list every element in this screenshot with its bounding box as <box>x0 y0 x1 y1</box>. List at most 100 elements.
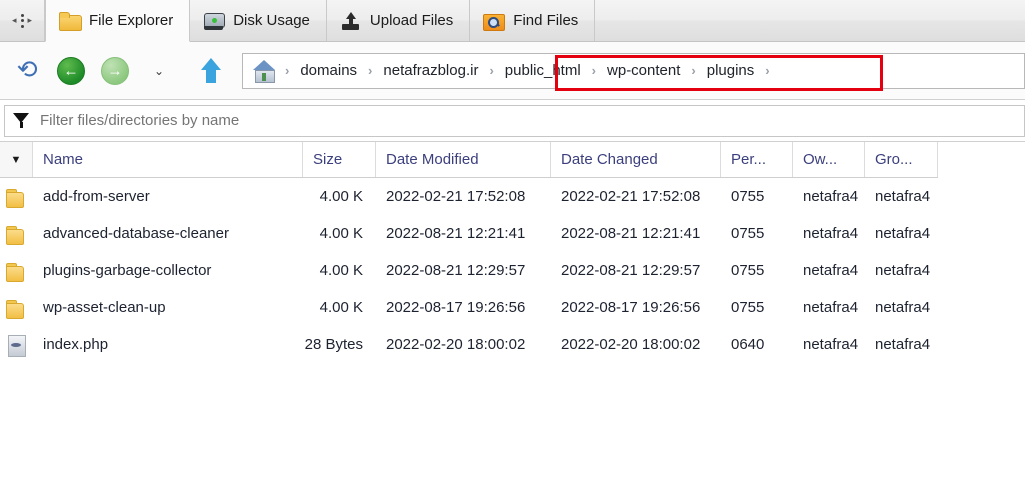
column-header-date-modified[interactable]: Date Modified <box>376 142 551 177</box>
tab-file-explorer[interactable]: File Explorer <box>45 0 191 42</box>
cell-date-changed: 2022-08-21 12:21:41 <box>561 225 701 242</box>
tab-disk-usage[interactable]: Disk Usage <box>190 0 327 41</box>
row-icon-cell <box>0 299 33 319</box>
table-row[interactable]: add-from-server 4.00 K 2022-02-21 17:52:08… <box>0 178 1025 215</box>
table-row[interactable]: advanced-database-cleaner 4.00 K 2022-08-2… <box>0 215 1025 252</box>
forward-arrow-icon: → <box>101 56 129 85</box>
cell-size: 28 Bytes <box>304 336 363 353</box>
cell-date-changed: 2022-02-20 18:00:02 <box>561 336 701 353</box>
cell-date-changed: 2022-02-21 17:52:08 <box>561 188 701 205</box>
forward-button[interactable]: → <box>98 54 132 88</box>
cell-size: 4.00 K <box>319 188 363 205</box>
breadcrumb-separator: › <box>489 63 494 78</box>
tab-find-files[interactable]: Find Files <box>470 0 596 41</box>
breadcrumb-separator: › <box>285 63 290 78</box>
table-row[interactable]: plugins-garbage-collector 4.00 K 2022-08-2… <box>0 252 1025 289</box>
column-header-owner[interactable]: Ow... <box>793 142 865 177</box>
tab-scroll-left-icon[interactable]: ◂ <box>12 16 17 25</box>
breadcrumb-separator: › <box>691 63 696 78</box>
breadcrumb-item-wp-content[interactable]: wp-content <box>600 60 687 81</box>
cell-name[interactable]: index.php <box>33 336 303 353</box>
filter-funnel-icon <box>13 112 30 129</box>
table-row[interactable]: index.php 28 Bytes 2022-02-20 18:00:02 2022… <box>0 326 1025 363</box>
filter-input-wrapper[interactable] <box>4 104 1025 137</box>
cell-date-changed: 2022-08-21 12:29:57 <box>561 262 701 279</box>
cell-group: netafra4 <box>875 188 931 205</box>
cell-name[interactable]: wp-asset-clean-up <box>33 299 303 316</box>
cell-date-modified: 2022-08-17 19:26:56 <box>386 299 526 316</box>
cell-group: netafra4 <box>875 262 931 279</box>
home-icon[interactable] <box>251 59 277 83</box>
disk-icon <box>203 11 226 31</box>
breadcrumb-item-plugins[interactable]: plugins <box>700 60 762 81</box>
breadcrumb-item-domains[interactable]: domains <box>293 60 364 81</box>
cell-owner: netafra4 <box>803 225 859 242</box>
cell-permissions: 0755 <box>731 299 765 316</box>
breadcrumb-item-netafrazblog[interactable]: netafrazblog.ir <box>376 60 485 81</box>
cell-group: netafra4 <box>875 299 931 316</box>
cell-owner: netafra4 <box>803 336 859 353</box>
forward-arrow-glyph: → <box>107 62 123 79</box>
breadcrumb-separator: › <box>591 63 597 78</box>
cell-name[interactable]: add-from-server <box>33 188 303 205</box>
column-header-size[interactable]: Size <box>303 142 376 177</box>
tab-bar: ◂ ▸ File Explorer Disk Usage Upload File… <box>0 0 1025 42</box>
cell-permissions: 0755 <box>731 188 765 205</box>
cell-date-changed: 2022-08-17 19:26:56 <box>561 299 701 316</box>
table-body: add-from-server 4.00 K 2022-02-21 17:52:08… <box>0 178 1025 363</box>
up-arrow-icon <box>198 57 224 84</box>
cell-name[interactable]: advanced-database-cleaner <box>33 225 303 242</box>
column-header-permissions[interactable]: Per... <box>721 142 793 177</box>
folder-icon <box>6 299 27 319</box>
breadcrumb-separator: › <box>765 63 770 78</box>
cell-date-modified: 2022-08-21 12:21:41 <box>386 225 526 242</box>
history-dropdown-button[interactable]: ⌄ <box>142 54 176 88</box>
search-input[interactable] <box>40 112 1016 129</box>
find-icon <box>483 11 506 31</box>
cell-date-modified: 2022-02-20 18:00:02 <box>386 336 526 353</box>
cell-group: netafra4 <box>875 225 931 242</box>
tab-drag-handle-icon[interactable] <box>20 13 24 28</box>
table-header-row: ▼ Name Size Date Modified Date Changed P… <box>0 142 938 178</box>
table-row[interactable]: wp-asset-clean-up 4.00 K 2022-08-17 19:26:… <box>0 289 1025 326</box>
column-header-group[interactable]: Gro... <box>865 142 938 177</box>
tab-upload-files[interactable]: Upload Files <box>327 0 471 41</box>
cell-permissions: 0755 <box>731 262 765 279</box>
tab-scroll-controls[interactable]: ◂ ▸ <box>0 0 45 41</box>
folder-icon <box>6 188 27 208</box>
chevron-down-icon[interactable]: ▼ <box>11 154 22 166</box>
folder-icon <box>6 225 27 245</box>
back-arrow-glyph: ← <box>63 62 79 79</box>
tab-scroll-right-icon[interactable]: ▸ <box>28 16 33 25</box>
cell-name[interactable]: plugins-garbage-collector <box>33 262 303 279</box>
cell-size: 4.00 K <box>319 225 363 242</box>
tab-label: Disk Usage <box>233 12 310 29</box>
row-icon-cell <box>0 262 33 282</box>
row-icon-cell <box>0 334 33 357</box>
cell-permissions: 0640 <box>731 336 765 353</box>
file-list-table: ▼ Name Size Date Modified Date Changed P… <box>0 142 1025 504</box>
cell-size: 4.00 K <box>319 262 363 279</box>
tab-label: Find Files <box>513 12 579 29</box>
back-button[interactable]: ← <box>54 54 88 88</box>
cell-group: netafra4 <box>875 336 931 353</box>
upload-icon <box>340 11 362 31</box>
column-header-date-changed[interactable]: Date Changed <box>551 142 721 177</box>
select-all-header[interactable]: ▼ <box>0 142 33 177</box>
filter-bar <box>0 100 1025 142</box>
cell-size: 4.00 K <box>319 299 363 316</box>
cell-date-modified: 2022-08-21 12:29:57 <box>386 262 526 279</box>
up-one-level-button[interactable] <box>194 54 228 88</box>
back-arrow-icon: ← <box>57 56 85 85</box>
row-icon-cell <box>0 225 33 245</box>
folder-open-icon <box>59 11 82 31</box>
breadcrumb-item-public-html[interactable]: public_html <box>498 60 588 81</box>
breadcrumb-separator: › <box>368 63 373 78</box>
cell-owner: netafra4 <box>803 262 859 279</box>
file-icon <box>6 334 27 357</box>
cell-permissions: 0755 <box>731 225 765 242</box>
folder-icon <box>6 262 27 282</box>
reload-button[interactable]: ⟳ <box>10 54 44 88</box>
breadcrumb[interactable]: › domains › netafrazblog.ir › public_htm… <box>242 52 1025 91</box>
column-header-name[interactable]: Name <box>33 142 303 177</box>
